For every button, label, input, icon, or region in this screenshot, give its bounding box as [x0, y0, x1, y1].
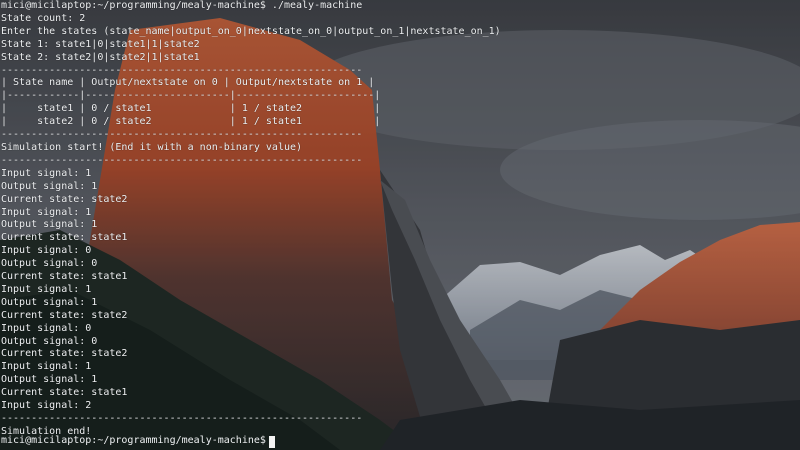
terminal-line: Output signal: 1 — [1, 219, 98, 231]
terminal-line: State 2: state2|0|state2|1|state1 — [1, 51, 200, 63]
terminal-line: ----------------------------------------… — [1, 413, 363, 424]
terminal-line: |------------|------------------------|-… — [1, 90, 381, 102]
terminal-line: Output signal: 0 — [1, 335, 98, 347]
terminal-line: Input signal: 2 — [1, 400, 92, 412]
terminal-line: Current state: state2 — [1, 309, 128, 321]
terminal-line: Current state: state2 — [1, 193, 128, 205]
terminal-line: Output signal: 1 — [1, 296, 98, 308]
terminal-line: Current state: state2 — [1, 348, 128, 360]
terminal-line: mici@micilaptop:~/programming/mealy-mach… — [1, 0, 363, 11]
terminal-line: ----------------------------------------… — [1, 154, 363, 166]
prompt-text: mici@micilaptop:~/programming/mealy-mach… — [1, 435, 266, 447]
terminal-line: Input signal: 1 — [1, 283, 92, 295]
text-cursor — [268, 435, 275, 448]
terminal-line: Output signal: 0 — [1, 258, 98, 270]
terminal-window[interactable]: mici@micilaptop:~/programming/mealy-mach… — [0, 0, 800, 450]
terminal-line: Input signal: 1 — [1, 361, 92, 373]
terminal-line: Simulation start! (End it with a non-bin… — [1, 141, 303, 153]
terminal-line: State 1: state1|0|state1|1|state2 — [1, 38, 200, 50]
terminal-line: Input signal: 1 — [1, 206, 92, 218]
terminal-line: Current state: state1 — [1, 232, 128, 244]
terminal-output: mici@micilaptop:~/programming/mealy-mach… — [1, 0, 501, 439]
terminal-line: Input signal: 0 — [1, 322, 92, 334]
terminal-line: Input signal: 0 — [1, 245, 92, 257]
terminal-line: ----------------------------------------… — [1, 129, 363, 141]
terminal-line: ----------------------------------------… — [1, 64, 363, 76]
terminal-line: State count: 2 — [1, 12, 86, 24]
shell-prompt[interactable]: mici@micilaptop:~/programming/mealy-mach… — [1, 435, 275, 448]
terminal-line: Input signal: 1 — [1, 167, 92, 179]
terminal-line: Enter the states (state_name|output_on_0… — [1, 25, 501, 37]
terminal-line: | state2 | 0 / state2 | 1 / state1 | — [1, 116, 381, 128]
terminal-line: Current state: state1 — [1, 271, 128, 283]
terminal-line: | State name | Output/nextstate on 0 | O… — [1, 77, 375, 89]
terminal-line: Current state: state1 — [1, 387, 128, 399]
terminal-line: | state1 | 0 / state1 | 1 / state2 | — [1, 103, 381, 115]
terminal-line: Output signal: 1 — [1, 374, 98, 386]
terminal-line: Output signal: 1 — [1, 180, 98, 192]
